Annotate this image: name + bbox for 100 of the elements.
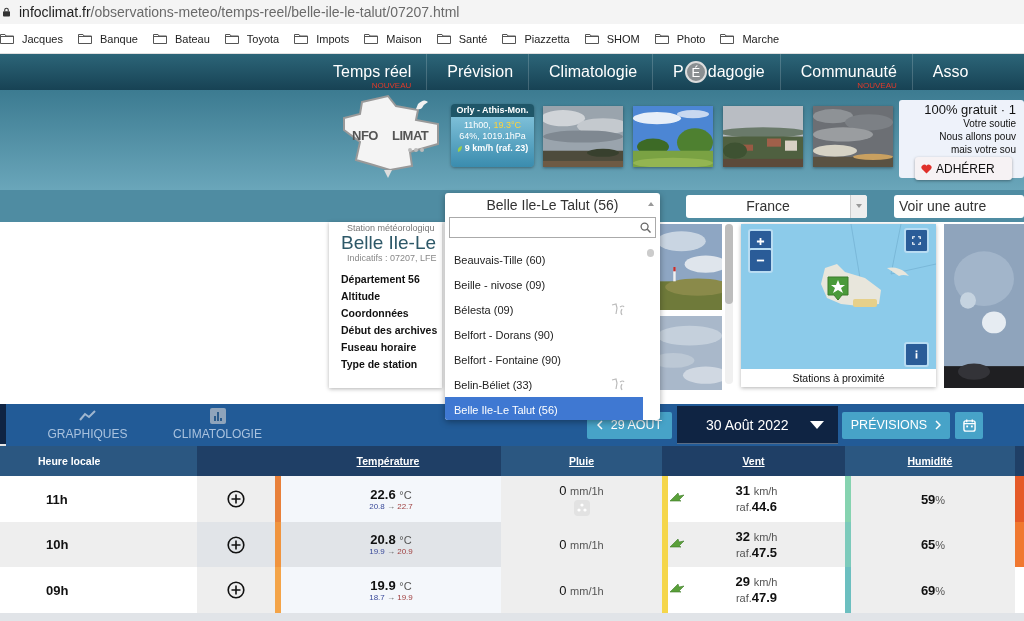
hour-cell: 10h [0,522,197,567]
map-outline-icon [610,377,626,392]
country-select[interactable]: France [686,194,867,218]
map-caption[interactable]: Stations à proximité [741,369,936,387]
fullscreen-icon [912,236,921,245]
humidity-reading: 65% [920,537,946,552]
station-field-label: Fuseau horaire [341,340,418,355]
rain-drops-icon [573,499,590,516]
wind-speed: 29 km/h [735,574,778,590]
column-header-link[interactable]: Pluie [568,455,595,467]
folder-icon [224,33,239,44]
station-option[interactable]: Bélesta (09) [445,297,646,322]
line-chart-icon [78,410,97,422]
wind-leaf-icon [456,144,463,153]
calendar-icon [962,418,976,432]
column-header-link[interactable]: Humidité [907,455,953,467]
dropdown-search-field[interactable] [449,217,656,238]
rain-reading: 0 mm/1h [559,537,604,552]
temperature-reading: 19.9 °C [370,578,412,593]
wind-gust: raf.44.6 [735,499,778,515]
chevron-left-icon [596,420,603,430]
station-heading: Station météorologiqu [346,223,436,233]
wind-speed: 31 km/h [735,483,778,499]
expand-plus-icon[interactable] [227,535,245,554]
donation-text: mais votre sou [950,143,1016,156]
temperature-range: 18.7 → 19.9 [369,592,413,602]
tab[interactable] [0,404,6,446]
station-option[interactable]: Belfort - Dorans (90) [445,322,646,347]
scrollbar[interactable] [725,224,733,384]
live-wind: 9 km/h (raf. 23) [464,143,529,154]
station-name: Belle Ile-Le [341,233,438,253]
station-field-label: Début des archives [341,323,439,338]
bookmark-folder[interactable]: Piazzetta [502,32,570,45]
wind-gust: raf.47.9 [735,590,778,606]
live-humidity-pressure: 64%, 1019.1hPa [459,131,526,142]
station-field-label: Type de station [341,357,419,372]
wind-arrow-icon [669,537,685,549]
caret-up-icon [648,202,654,206]
column-header: Heure locale [0,446,197,476]
date-select[interactable]: 30 Août 2022 [677,406,838,444]
caret-icon [810,420,824,429]
folder-icon [0,33,14,44]
column-header-link[interactable]: Vent [742,455,765,467]
wind-arrow-icon [669,491,685,503]
lock-icon [3,7,10,17]
live-time-temperature: 11h00, 19.3°C [464,120,521,131]
bookmark-folder[interactable]: Impots [294,32,350,45]
calendar-button[interactable] [955,411,983,439]
station-option[interactable]: Belfort - Fontaine (90) [445,347,646,372]
heart-icon [921,163,932,174]
wind-speed: 32 km/h [735,528,778,545]
logo-text: NFO [352,128,378,143]
wind-arrow-icon [669,582,685,594]
logo-text: LIMAT [392,128,429,143]
expand-plus-icon[interactable] [227,581,245,599]
folder-icon [364,33,379,44]
temperature-range: 19.9 → 20.9 [369,547,413,556]
folder-icon [152,33,167,44]
station-codes: Indicatifs : 07207, LFE [346,253,438,263]
scrollbar[interactable] [647,249,654,257]
folder-icon [654,33,669,44]
station-option[interactable]: Belle Ile-Le Talut (56) [445,397,643,420]
folder-icon [78,33,92,44]
header-cell [1015,446,1024,476]
bookmark-folder[interactable]: Marche [720,32,780,45]
humidity-reading: 69% [920,582,946,598]
info-button[interactable] [904,342,929,367]
bookmark-folder[interactable]: Santé [436,32,488,45]
station-dropdown[interactable]: Belle Ile-Le Talut (56) Beauvais-Tille (60) Beille - nivose (09) Bélesta (09) Belfort - Dorans (90) Belfort - Fontaine (90) Belin-Béliet (33) Belle Ile-Le Talut (56) [445,193,660,420]
bookmark-folder[interactable]: SHOM [584,32,640,45]
donation-title: 100% gratuit · 1 [924,102,1016,117]
bookmark-folder[interactable]: Jacques [0,32,63,45]
expand-plus-icon[interactable] [227,490,245,508]
column-header-link[interactable]: Température [356,455,420,467]
folder-icon [502,33,517,44]
caret-icon [856,204,862,208]
join-button[interactable]: ADHÉRER [915,157,1012,180]
bookmark-folder[interactable]: Bateau [152,32,210,45]
search-icon [640,222,651,233]
rain-reading: 0 mm/1h [559,582,604,598]
nav-link[interactable]: Temps réel NOUVEAU [333,54,427,90]
tab[interactable]: GRAPHIQUES [30,404,145,446]
plus-icon [756,237,765,246]
station-option[interactable]: Beauvais-Tille (60) [445,247,646,272]
bookmark-folder[interactable]: Photo [654,32,706,45]
temperature-reading: 22.6 °C [370,487,412,502]
tab[interactable]: CLIMATOLOGIE [160,404,275,446]
bookmark-folder[interactable]: Banque [78,32,138,45]
station-field-label: Coordonnées [341,306,410,321]
zoom-out-button[interactable] [748,248,773,273]
station-field-label: Département 56 [341,272,421,287]
station-search-field[interactable]: Voir une autre [894,194,1024,218]
station-option[interactable]: Belin-Béliet (33) [445,372,646,397]
fullscreen-button[interactable] [904,228,929,253]
donation-text: Votre soutie [963,117,1016,130]
logo-drawing[interactable] [340,94,440,179]
bookmark-folder[interactable]: Maison [364,32,422,45]
station-option[interactable]: Beille - nivose (09) [445,272,646,297]
bookmark-folder[interactable]: Toyota [224,32,280,45]
station-select-value[interactable]: Belle Ile-Le Talut (56) [486,196,619,213]
